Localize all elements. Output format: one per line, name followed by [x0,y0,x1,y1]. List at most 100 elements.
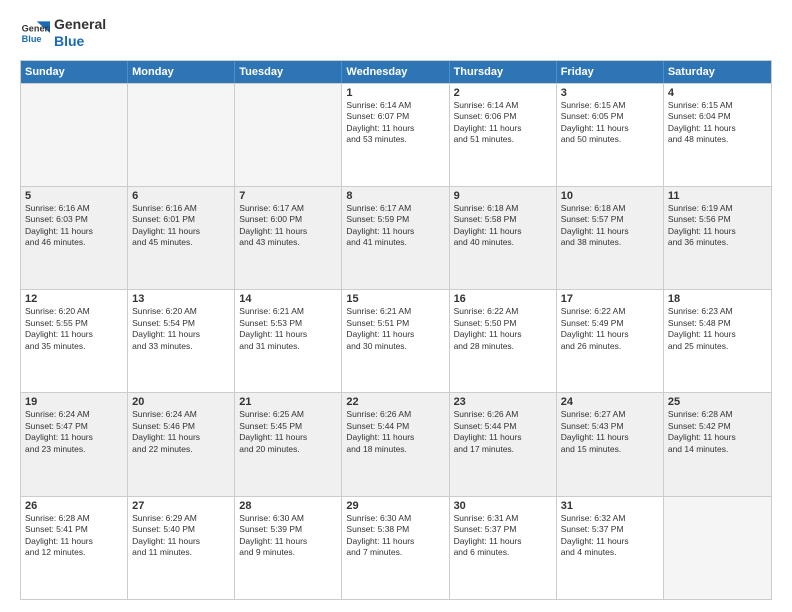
cal-cell-empty-0-0 [21,84,128,186]
svg-text:Blue: Blue [22,34,42,44]
day-number: 16 [454,293,552,305]
cell-text: Sunrise: 6:14 AM Sunset: 6:06 PM Dayligh… [454,100,552,146]
day-header-saturday: Saturday [664,61,771,83]
cell-text: Sunrise: 6:23 AM Sunset: 5:48 PM Dayligh… [668,306,767,352]
cal-cell-11: 11Sunrise: 6:19 AM Sunset: 5:56 PM Dayli… [664,187,771,289]
cal-cell-17: 17Sunrise: 6:22 AM Sunset: 5:49 PM Dayli… [557,290,664,392]
cell-text: Sunrise: 6:30 AM Sunset: 5:39 PM Dayligh… [239,513,337,559]
day-number: 31 [561,500,659,512]
cal-cell-2: 2Sunrise: 6:14 AM Sunset: 6:06 PM Daylig… [450,84,557,186]
cell-text: Sunrise: 6:24 AM Sunset: 5:46 PM Dayligh… [132,409,230,455]
calendar-body: 1Sunrise: 6:14 AM Sunset: 6:07 PM Daylig… [21,83,771,599]
day-number: 5 [25,190,123,202]
day-number: 27 [132,500,230,512]
cell-text: Sunrise: 6:21 AM Sunset: 5:51 PM Dayligh… [346,306,444,352]
day-number: 15 [346,293,444,305]
cell-text: Sunrise: 6:26 AM Sunset: 5:44 PM Dayligh… [346,409,444,455]
cell-text: Sunrise: 6:26 AM Sunset: 5:44 PM Dayligh… [454,409,552,455]
cal-cell-9: 9Sunrise: 6:18 AM Sunset: 5:58 PM Daylig… [450,187,557,289]
cal-cell-29: 29Sunrise: 6:30 AM Sunset: 5:38 PM Dayli… [342,497,449,599]
cal-cell-18: 18Sunrise: 6:23 AM Sunset: 5:48 PM Dayli… [664,290,771,392]
day-header-monday: Monday [128,61,235,83]
cal-cell-4: 4Sunrise: 6:15 AM Sunset: 6:04 PM Daylig… [664,84,771,186]
day-number: 28 [239,500,337,512]
cal-cell-30: 30Sunrise: 6:31 AM Sunset: 5:37 PM Dayli… [450,497,557,599]
cal-cell-8: 8Sunrise: 6:17 AM Sunset: 5:59 PM Daylig… [342,187,449,289]
cal-cell-28: 28Sunrise: 6:30 AM Sunset: 5:39 PM Dayli… [235,497,342,599]
day-header-wednesday: Wednesday [342,61,449,83]
page: General Blue General Blue SundayMondayTu… [0,0,792,612]
cell-text: Sunrise: 6:25 AM Sunset: 5:45 PM Dayligh… [239,409,337,455]
cal-cell-25: 25Sunrise: 6:28 AM Sunset: 5:42 PM Dayli… [664,393,771,495]
header: General Blue General Blue [20,16,772,50]
cal-cell-7: 7Sunrise: 6:17 AM Sunset: 6:00 PM Daylig… [235,187,342,289]
week-row-2: 12Sunrise: 6:20 AM Sunset: 5:55 PM Dayli… [21,289,771,392]
cal-cell-empty-0-1 [128,84,235,186]
cal-cell-13: 13Sunrise: 6:20 AM Sunset: 5:54 PM Dayli… [128,290,235,392]
cal-cell-14: 14Sunrise: 6:21 AM Sunset: 5:53 PM Dayli… [235,290,342,392]
day-number: 17 [561,293,659,305]
cell-text: Sunrise: 6:22 AM Sunset: 5:49 PM Dayligh… [561,306,659,352]
cell-text: Sunrise: 6:19 AM Sunset: 5:56 PM Dayligh… [668,203,767,249]
cal-cell-10: 10Sunrise: 6:18 AM Sunset: 5:57 PM Dayli… [557,187,664,289]
logo-general: General [54,16,106,33]
cell-text: Sunrise: 6:15 AM Sunset: 6:04 PM Dayligh… [668,100,767,146]
week-row-3: 19Sunrise: 6:24 AM Sunset: 5:47 PM Dayli… [21,392,771,495]
day-header-tuesday: Tuesday [235,61,342,83]
day-number: 12 [25,293,123,305]
cal-cell-19: 19Sunrise: 6:24 AM Sunset: 5:47 PM Dayli… [21,393,128,495]
day-number: 19 [25,396,123,408]
cell-text: Sunrise: 6:22 AM Sunset: 5:50 PM Dayligh… [454,306,552,352]
cal-cell-27: 27Sunrise: 6:29 AM Sunset: 5:40 PM Dayli… [128,497,235,599]
cell-text: Sunrise: 6:27 AM Sunset: 5:43 PM Dayligh… [561,409,659,455]
day-number: 2 [454,87,552,99]
logo-blue: Blue [54,33,106,50]
cell-text: Sunrise: 6:14 AM Sunset: 6:07 PM Dayligh… [346,100,444,146]
cal-cell-3: 3Sunrise: 6:15 AM Sunset: 6:05 PM Daylig… [557,84,664,186]
day-number: 7 [239,190,337,202]
day-number: 29 [346,500,444,512]
cal-cell-5: 5Sunrise: 6:16 AM Sunset: 6:03 PM Daylig… [21,187,128,289]
cell-text: Sunrise: 6:15 AM Sunset: 6:05 PM Dayligh… [561,100,659,146]
day-number: 3 [561,87,659,99]
cal-cell-23: 23Sunrise: 6:26 AM Sunset: 5:44 PM Dayli… [450,393,557,495]
day-number: 11 [668,190,767,202]
day-number: 24 [561,396,659,408]
cell-text: Sunrise: 6:31 AM Sunset: 5:37 PM Dayligh… [454,513,552,559]
day-number: 26 [25,500,123,512]
week-row-0: 1Sunrise: 6:14 AM Sunset: 6:07 PM Daylig… [21,83,771,186]
cal-cell-31: 31Sunrise: 6:32 AM Sunset: 5:37 PM Dayli… [557,497,664,599]
calendar-header: SundayMondayTuesdayWednesdayThursdayFrid… [21,61,771,83]
cell-text: Sunrise: 6:32 AM Sunset: 5:37 PM Dayligh… [561,513,659,559]
calendar: SundayMondayTuesdayWednesdayThursdayFrid… [20,60,772,600]
cell-text: Sunrise: 6:24 AM Sunset: 5:47 PM Dayligh… [25,409,123,455]
cell-text: Sunrise: 6:21 AM Sunset: 5:53 PM Dayligh… [239,306,337,352]
day-header-friday: Friday [557,61,664,83]
cal-cell-20: 20Sunrise: 6:24 AM Sunset: 5:46 PM Dayli… [128,393,235,495]
week-row-4: 26Sunrise: 6:28 AM Sunset: 5:41 PM Dayli… [21,496,771,599]
cell-text: Sunrise: 6:29 AM Sunset: 5:40 PM Dayligh… [132,513,230,559]
cell-text: Sunrise: 6:18 AM Sunset: 5:57 PM Dayligh… [561,203,659,249]
cal-cell-22: 22Sunrise: 6:26 AM Sunset: 5:44 PM Dayli… [342,393,449,495]
cell-text: Sunrise: 6:28 AM Sunset: 5:42 PM Dayligh… [668,409,767,455]
cal-cell-24: 24Sunrise: 6:27 AM Sunset: 5:43 PM Dayli… [557,393,664,495]
day-number: 30 [454,500,552,512]
cell-text: Sunrise: 6:17 AM Sunset: 6:00 PM Dayligh… [239,203,337,249]
cal-cell-empty-4-6 [664,497,771,599]
day-number: 18 [668,293,767,305]
cal-cell-12: 12Sunrise: 6:20 AM Sunset: 5:55 PM Dayli… [21,290,128,392]
day-number: 9 [454,190,552,202]
day-number: 1 [346,87,444,99]
day-number: 23 [454,396,552,408]
day-header-thursday: Thursday [450,61,557,83]
week-row-1: 5Sunrise: 6:16 AM Sunset: 6:03 PM Daylig… [21,186,771,289]
cell-text: Sunrise: 6:18 AM Sunset: 5:58 PM Dayligh… [454,203,552,249]
cal-cell-1: 1Sunrise: 6:14 AM Sunset: 6:07 PM Daylig… [342,84,449,186]
day-number: 14 [239,293,337,305]
cell-text: Sunrise: 6:16 AM Sunset: 6:01 PM Dayligh… [132,203,230,249]
cal-cell-6: 6Sunrise: 6:16 AM Sunset: 6:01 PM Daylig… [128,187,235,289]
day-header-sunday: Sunday [21,61,128,83]
cal-cell-21: 21Sunrise: 6:25 AM Sunset: 5:45 PM Dayli… [235,393,342,495]
cell-text: Sunrise: 6:17 AM Sunset: 5:59 PM Dayligh… [346,203,444,249]
day-number: 8 [346,190,444,202]
